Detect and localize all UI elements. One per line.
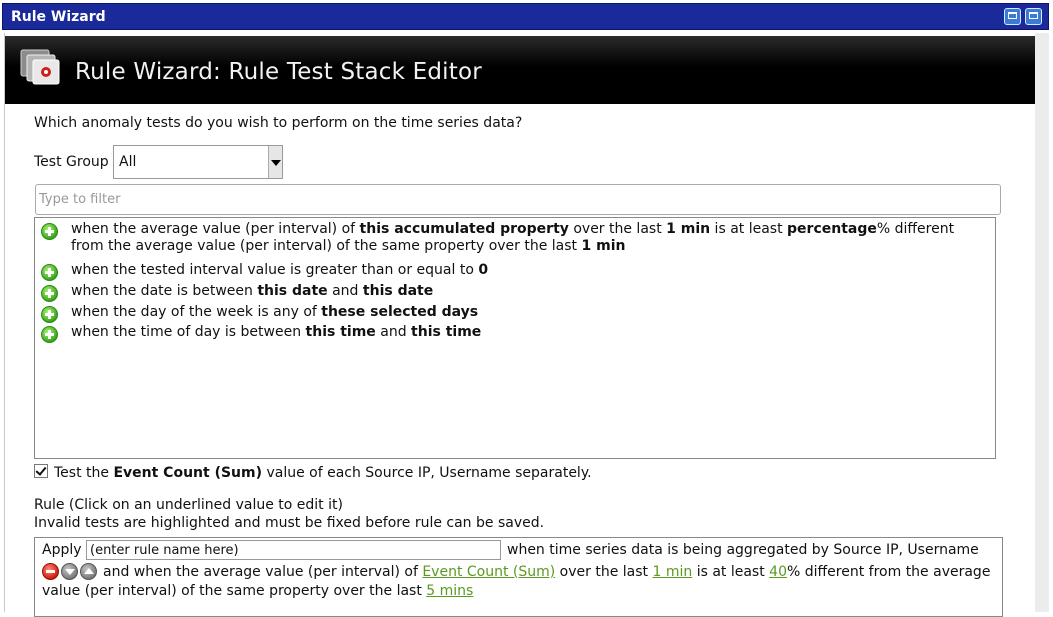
add-test-icon[interactable] xyxy=(41,223,58,240)
dropdown-button[interactable] xyxy=(268,146,282,178)
maximize-icon xyxy=(1029,12,1038,19)
rule-heading: Rule (Click on an underlined value to ed… xyxy=(34,497,343,513)
test-parameter: this time xyxy=(305,324,376,340)
separate-checkbox-label: Test the Event Count (Sum) value of each… xyxy=(54,465,592,481)
title-bar-background: Rule Wizard xyxy=(2,3,1049,30)
window-title: Rule Wizard xyxy=(11,9,106,25)
test-parameter: percentage xyxy=(787,221,877,237)
separate-checkbox[interactable] xyxy=(34,464,48,478)
wizard-header: Rule Wizard: Rule Test Stack Editor xyxy=(5,36,1035,104)
question-text: Which anomaly tests do you wish to perfo… xyxy=(34,115,523,131)
apply-label: Apply xyxy=(42,542,82,558)
filter-input[interactable] xyxy=(35,184,1001,215)
scrollbar-gutter[interactable] xyxy=(1035,33,1049,612)
test-parameter: 0 xyxy=(478,262,489,278)
checkbox-label-prefix: Test the xyxy=(54,465,114,481)
test-text: and xyxy=(375,324,412,340)
rule-text: and when the average value (per interval… xyxy=(103,564,423,580)
test-description: when the time of day is between this tim… xyxy=(71,324,981,341)
test-list[interactable]: when the average value (per interval) of… xyxy=(34,217,996,459)
page-title: Rule Wizard: Rule Test Stack Editor xyxy=(75,59,482,85)
chevron-down-icon xyxy=(271,160,281,166)
test-group-selected-value: All xyxy=(119,154,137,170)
test-parameter: this time xyxy=(411,324,482,340)
editable-value-link[interactable]: 1 min xyxy=(652,564,692,580)
title-bar: Rule Wizard xyxy=(0,0,1053,33)
test-group-label: Test Group xyxy=(34,154,109,170)
minimize-button[interactable] xyxy=(1004,8,1021,25)
minimize-icon xyxy=(1008,12,1017,19)
checkbox-label-property: Event Count (Sum) xyxy=(113,465,262,481)
rule-aggregation-text: when time series data is being aggregate… xyxy=(507,542,979,558)
test-group-dropdown[interactable]: All xyxy=(113,145,283,179)
rule-validity-note: Invalid tests are highlighted and must b… xyxy=(34,515,545,531)
test-description: when the average value (per interval) of… xyxy=(71,221,981,255)
rule-test-text: and when the average value (per interval… xyxy=(42,563,997,601)
test-parameter: 1 min xyxy=(581,238,626,254)
test-text: when the day of the week is any of xyxy=(71,304,322,320)
test-text: when the date is between xyxy=(71,283,258,299)
add-test-icon[interactable] xyxy=(41,326,58,343)
rule-text: is at least xyxy=(692,564,770,580)
test-text: when the time of day is between xyxy=(71,324,306,340)
test-description: when the tested interval value is greate… xyxy=(71,262,981,279)
test-text: when the tested interval value is greate… xyxy=(71,262,479,278)
rule-wizard-icon xyxy=(20,49,60,85)
add-test-icon[interactable] xyxy=(41,285,58,302)
test-text: when the average value (per interval) of xyxy=(71,221,360,237)
test-parameter: this accumulated property xyxy=(359,221,569,237)
rule-text: over the last xyxy=(555,564,653,580)
checkbox-label-suffix: value of each Source IP, Username separa… xyxy=(262,465,592,481)
add-test-icon[interactable] xyxy=(41,306,58,323)
test-text: is at least xyxy=(710,221,788,237)
editable-value-link[interactable]: Event Count (Sum) xyxy=(422,564,555,580)
test-text: and xyxy=(327,283,363,299)
editable-value-link[interactable]: 5 mins xyxy=(426,583,473,599)
rule-name-input[interactable] xyxy=(86,540,501,560)
test-parameter: this date xyxy=(362,283,434,299)
test-parameter: 1 min xyxy=(666,221,711,237)
test-description: when the day of the week is any of these… xyxy=(71,304,981,321)
test-description: when the date is between this date and t… xyxy=(71,283,981,300)
add-test-icon[interactable] xyxy=(41,264,58,281)
test-parameter: these selected days xyxy=(321,304,479,320)
maximize-button[interactable] xyxy=(1025,8,1042,25)
editable-value-link[interactable]: 40 xyxy=(769,564,787,580)
rule-editor: Apply when time series data is being agg… xyxy=(34,537,1003,617)
test-text: over the last xyxy=(568,221,667,237)
test-parameter: this date xyxy=(257,283,328,299)
